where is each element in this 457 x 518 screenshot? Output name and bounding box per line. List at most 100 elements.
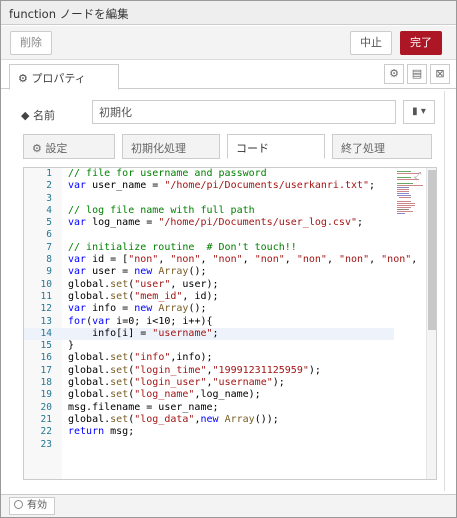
- code-text[interactable]: global.set("login_time","19991231125959"…: [68, 365, 321, 377]
- line-number: 18: [40, 377, 52, 389]
- code-text[interactable]: var id = ["non", "non", "non", "non", "n…: [68, 254, 417, 266]
- properties-content: ◆ 名前 ▮ ▾ ⚙ 設定 初期化処理 コード 終了処理 1 // file fo…: [1, 90, 456, 494]
- line-number: 20: [40, 401, 52, 413]
- code-line[interactable]: 18 global.set("login_user","username");: [24, 377, 394, 389]
- line-number: 3: [46, 192, 52, 204]
- code-line[interactable]: 15}: [24, 340, 394, 352]
- cancel-button[interactable]: 中止: [350, 31, 392, 55]
- code-line[interactable]: 6: [24, 229, 394, 241]
- code-text[interactable]: msg.filename = user_name;: [68, 402, 219, 414]
- line-number: 4: [46, 204, 52, 216]
- code-line[interactable]: 22 return msg;: [24, 426, 394, 438]
- inner-tabs: ⚙ 設定 初期化処理 コード 終了処理: [23, 134, 437, 159]
- code-text[interactable]: info[i] = "username";: [68, 328, 218, 340]
- line-number: 23: [40, 438, 52, 450]
- code-line[interactable]: 9 var user = new Array();: [24, 266, 394, 278]
- code-line[interactable]: 4 // log file name with full path: [24, 205, 394, 217]
- code-line[interactable]: 21 global.set("log_data",new Array());: [24, 414, 394, 426]
- line-number: 19: [40, 389, 52, 401]
- appearance-icon[interactable]: ⊠: [430, 64, 450, 84]
- tab-code[interactable]: コード: [227, 134, 325, 159]
- line-number: 22: [40, 426, 52, 438]
- line-number: 14: [40, 327, 52, 339]
- name-label: ◆ 名前: [21, 107, 55, 123]
- tab-properties[interactable]: ⚙ プロパティ: [9, 64, 119, 90]
- code-line[interactable]: 5 var log_name = "/home/pi/Documents/user…: [24, 217, 394, 229]
- panel-scrollbar[interactable]: [444, 91, 445, 491]
- line-number: 1: [46, 168, 52, 179]
- code-line[interactable]: 20 msg.filename = user_name;: [24, 402, 394, 414]
- line-number: 17: [40, 364, 52, 376]
- code-line[interactable]: 13 for(var i=0; i<10; i++){: [24, 316, 394, 328]
- code-line[interactable]: 1 // file for username and password: [24, 168, 394, 180]
- code-text[interactable]: global.set("info",info);: [68, 352, 213, 364]
- dialog-footer: 有効: [1, 494, 456, 517]
- code-line[interactable]: 7 // initialize routine # Don't touch!!: [24, 242, 394, 254]
- code-text[interactable]: global.set("mem_id", id);: [68, 291, 219, 303]
- tag-icon: ◆: [21, 109, 30, 122]
- code-line[interactable]: 8 var id = ["non", "non", "non", "non", "…: [24, 254, 417, 266]
- code-text[interactable]: global.set("log_data",new Array());: [68, 414, 279, 426]
- book-icon: ▮: [412, 106, 418, 117]
- code-text[interactable]: // file for username and password: [68, 168, 267, 180]
- code-line[interactable]: 17 global.set("login_time","1999123112595…: [24, 365, 394, 377]
- enable-toggle[interactable]: 有効: [9, 497, 55, 515]
- gear-icon[interactable]: ⚙: [384, 64, 404, 84]
- line-number: 10: [40, 278, 52, 290]
- enable-label: 有効: [27, 500, 47, 511]
- name-label-text: 名前: [32, 109, 55, 122]
- line-number: 5: [46, 217, 52, 229]
- panel-tabs: ⚙ プロパティ ⚙ ▤ ⊠: [1, 61, 456, 90]
- code-text[interactable]: global.set("log_name",log_name);: [68, 389, 261, 401]
- line-number: 11: [40, 290, 52, 302]
- code-line[interactable]: 11 global.set("mem_id", id);: [24, 291, 394, 303]
- delete-button[interactable]: 削除: [10, 31, 52, 55]
- line-number: 9: [46, 266, 52, 278]
- code-line[interactable]: 16 global.set("info",info);: [24, 352, 394, 364]
- radio-icon: [14, 500, 23, 509]
- description-icon[interactable]: ▤: [407, 64, 427, 84]
- code-text[interactable]: var user = new Array();: [68, 266, 207, 278]
- line-number: 7: [46, 241, 52, 253]
- line-number: 16: [40, 352, 52, 364]
- code-lines[interactable]: 1 // file for username and password 2 var u…: [24, 168, 417, 451]
- code-text[interactable]: // initialize routine # Don't touch!!: [68, 242, 297, 254]
- line-number: 13: [40, 315, 52, 327]
- line-number: 21: [40, 413, 52, 425]
- code-text[interactable]: }: [68, 340, 74, 352]
- tab-on-start[interactable]: 初期化処理: [122, 134, 220, 159]
- code-text[interactable]: var log_name = "/home/pi/Documents/user_…: [68, 217, 363, 229]
- code-text[interactable]: var user_name = "/home/pi/Documents/user…: [68, 180, 375, 192]
- code-line[interactable]: 14 info[i] = "username";: [24, 327, 394, 341]
- code-line[interactable]: 3: [24, 193, 394, 205]
- code-line[interactable]: 19 global.set("log_name",log_name);: [24, 389, 394, 401]
- line-number: 8: [46, 254, 52, 266]
- code-text[interactable]: global.set("user", user);: [68, 279, 219, 291]
- editor-scrollbar-thumb[interactable]: [428, 170, 436, 330]
- line-number: 6: [46, 229, 52, 241]
- function-node-edit-dialog: function ノードを編集 削除 中止 完了 ⚙ プロパティ ⚙ ▤ ⊠ ◆…: [0, 0, 457, 518]
- code-text[interactable]: // log file name with full path: [68, 205, 255, 217]
- dialog-toolbar: 削除 中止 完了: [1, 26, 456, 60]
- dialog-title: function ノードを編集: [1, 1, 456, 25]
- code-text[interactable]: global.set("login_user","username");: [68, 377, 285, 389]
- line-number: 12: [40, 303, 52, 315]
- code-line[interactable]: 23: [24, 439, 394, 451]
- tab-on-stop[interactable]: 終了処理: [332, 134, 432, 159]
- code-line[interactable]: 2 var user_name = "/home/pi/Documents/use…: [24, 180, 394, 192]
- expand-icon[interactable]: ⤢: [414, 171, 421, 181]
- tab-settings[interactable]: ⚙ 設定: [23, 134, 115, 159]
- code-line[interactable]: 12 var info = new Array();: [24, 303, 394, 315]
- done-button[interactable]: 完了: [400, 31, 442, 55]
- code-line[interactable]: 10 global.set("user", user);: [24, 279, 394, 291]
- code-editor[interactable]: 1 // file for username and password 2 var u…: [23, 167, 437, 480]
- name-input[interactable]: [92, 100, 396, 124]
- line-number: 15: [40, 340, 52, 352]
- library-button[interactable]: ▮ ▾: [403, 100, 435, 124]
- code-text[interactable]: var info = new Array();: [68, 303, 207, 315]
- editor-scrollbar[interactable]: [426, 168, 436, 479]
- code-text[interactable]: for(var i=0; i<10; i++){: [68, 316, 213, 328]
- line-number: 2: [46, 180, 52, 192]
- code-minimap[interactable]: [395, 168, 427, 228]
- code-text[interactable]: return msg;: [68, 426, 134, 438]
